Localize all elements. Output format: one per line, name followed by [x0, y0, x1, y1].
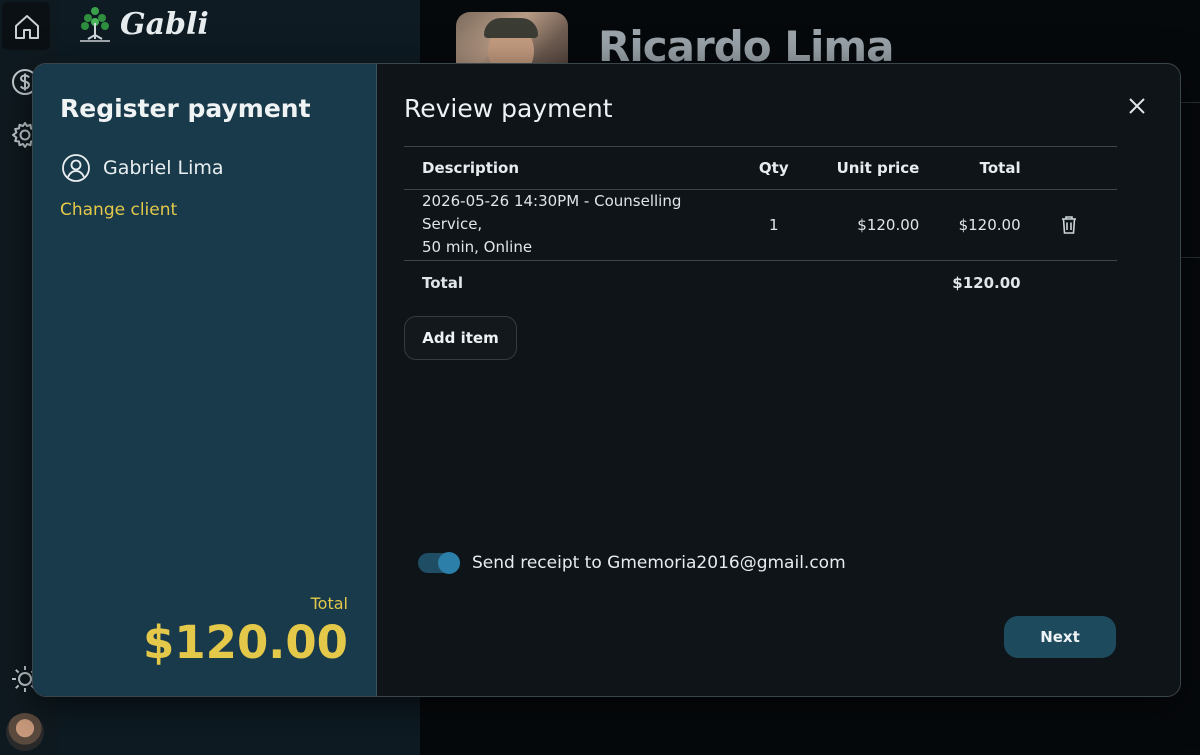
table-row: 2026-05-26 14:30PM - Counselling Service… [404, 189, 1117, 261]
header-qty: Qty [743, 146, 805, 190]
table-total-row: Total $120.00 [404, 261, 1117, 306]
send-receipt-label: Send receipt to Gmemoria2016@gmail.com [472, 553, 846, 573]
user-avatar[interactable] [6, 713, 44, 751]
tree-logo-icon [80, 7, 110, 42]
user-circle-icon [62, 154, 90, 182]
app-logo[interactable]: Gabli [78, 4, 209, 44]
review-payment-panel: Review payment Description Qty Unit pric… [377, 64, 1180, 696]
logo-text: Gabli [120, 6, 209, 42]
summary-total-value: $120.00 [143, 616, 348, 669]
header-actions [1021, 146, 1117, 190]
client-name: Gabriel Lima [103, 157, 224, 179]
table-total-label: Total [422, 274, 463, 292]
item-actions [1021, 189, 1117, 261]
home-icon [15, 15, 39, 39]
add-item-button[interactable]: Add item [404, 316, 517, 360]
item-description-line1: 2026-05-26 14:30PM - Counselling Service… [422, 192, 682, 233]
close-icon[interactable] [1125, 94, 1149, 118]
header-total: Total [920, 146, 1022, 190]
item-description: 2026-05-26 14:30PM - Counselling Service… [404, 189, 744, 261]
item-unit-price: $120.00 [804, 189, 921, 261]
send-receipt-toggle[interactable] [418, 552, 460, 574]
change-client-link[interactable]: Change client [60, 200, 177, 220]
nav-home-button[interactable] [2, 2, 50, 50]
toggle-knob [438, 552, 460, 574]
table-total-value: $120.00 [952, 274, 1021, 292]
selected-client: Gabriel Lima [61, 153, 224, 183]
modal-title: Register payment [60, 94, 311, 123]
payment-summary-panel: Register payment Gabriel Lima Change cli… [33, 64, 377, 696]
register-payment-modal: Register payment Gabriel Lima Change cli… [32, 63, 1181, 697]
item-total: $120.00 [920, 189, 1022, 261]
review-title: Review payment [404, 94, 613, 123]
send-receipt-option: Send receipt to Gmemoria2016@gmail.com [418, 552, 846, 574]
table-header-row: Description Qty Unit price Total [404, 146, 1117, 190]
item-qty: 1 [743, 189, 805, 261]
header-unit-price: Unit price [804, 146, 921, 190]
item-description-line2: 50 min, Online [422, 238, 533, 256]
payment-items-table: Description Qty Unit price Total 2026-05… [404, 146, 1117, 305]
summary-total-label: Total [310, 594, 348, 613]
header-description: Description [404, 146, 744, 190]
trash-icon[interactable] [1060, 215, 1078, 235]
next-button[interactable]: Next [1004, 616, 1116, 658]
